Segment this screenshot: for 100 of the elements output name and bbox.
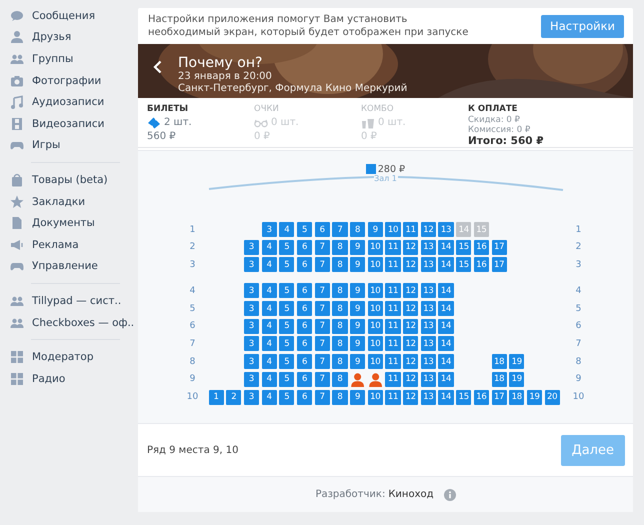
seat[interactable]: 3	[244, 354, 260, 370]
seat[interactable]: 11	[385, 372, 401, 387]
seat[interactable]: 9	[350, 390, 366, 404]
seat[interactable]: 13	[420, 336, 436, 352]
seat[interactable]: 12	[403, 240, 418, 255]
seat[interactable]: 8	[332, 318, 348, 334]
seat[interactable]: 18	[492, 354, 507, 370]
seat[interactable]: 10	[368, 257, 383, 272]
seat[interactable]: 6	[296, 372, 312, 387]
seat[interactable]: 14	[438, 283, 454, 298]
seat[interactable]: 14	[438, 318, 454, 334]
seat[interactable]: 18	[492, 372, 507, 387]
seat[interactable]: 7	[314, 318, 330, 334]
sidebar-item[interactable]: Управление	[0, 256, 138, 278]
seat[interactable]: 11	[385, 390, 401, 404]
seat[interactable]: 13	[420, 318, 436, 334]
seat[interactable]: 4	[279, 222, 294, 237]
seat[interactable]: 8	[350, 222, 366, 237]
sidebar-item[interactable]: Радио	[0, 368, 138, 390]
seat[interactable]: 13	[420, 301, 436, 316]
seat[interactable]: 9	[350, 240, 366, 255]
seat[interactable]: 19	[509, 354, 524, 370]
seat[interactable]: 15	[456, 257, 472, 272]
seat[interactable]: 7	[314, 257, 330, 272]
seat[interactable]: 4	[262, 336, 277, 352]
seat[interactable]: 7	[314, 390, 330, 404]
sidebar-item[interactable]: Товары (beta)	[0, 169, 138, 191]
seat[interactable]: 2	[226, 390, 242, 404]
seat[interactable]: 6	[314, 222, 330, 237]
seat[interactable]: 9	[368, 222, 383, 237]
seat[interactable]: 9	[350, 257, 366, 272]
seat[interactable]: 3	[244, 390, 260, 404]
seat[interactable]: 8	[332, 283, 348, 298]
seat[interactable]: 8	[332, 372, 348, 387]
seat[interactable]: 15	[456, 240, 472, 255]
sidebar-item[interactable]: Tillypad — сист..	[0, 290, 138, 312]
seat[interactable]: 11	[403, 222, 418, 237]
seat[interactable]: 6	[296, 240, 312, 255]
seat[interactable]: 6	[296, 354, 312, 370]
seat[interactable]: 8	[332, 354, 348, 370]
seat[interactable]: 4	[262, 257, 277, 272]
developer-link[interactable]: Киноход	[388, 489, 434, 500]
seat[interactable]: 11	[385, 354, 401, 370]
seat[interactable]: 5	[279, 240, 294, 255]
seat[interactable]: 6	[296, 257, 312, 272]
seat[interactable]: 4	[262, 283, 277, 298]
seat[interactable]: 13	[420, 390, 436, 404]
seat[interactable]: 12	[403, 301, 418, 316]
seat[interactable]: 13	[420, 354, 436, 370]
seat[interactable]: 8	[332, 390, 348, 404]
seat[interactable]: 12	[403, 283, 418, 298]
seat[interactable]: 10	[368, 283, 383, 298]
seat[interactable]: 4	[262, 318, 277, 334]
seat[interactable]: 14	[438, 257, 454, 272]
person-icon[interactable]	[368, 372, 383, 387]
seat[interactable]: 17	[492, 257, 507, 272]
seat[interactable]: 12	[403, 390, 418, 404]
sidebar-item[interactable]: Модератор	[0, 346, 138, 368]
seat[interactable]: 10	[368, 354, 383, 370]
seat[interactable]: 13	[420, 240, 436, 255]
seat[interactable]: 3	[244, 283, 260, 298]
back-icon[interactable]	[153, 60, 162, 74]
seat[interactable]: 6	[296, 318, 312, 334]
seat[interactable]: 6	[296, 301, 312, 316]
seat[interactable]: 5	[279, 257, 294, 272]
sidebar-item[interactable]: Реклама	[0, 234, 138, 256]
seat[interactable]: 12	[403, 318, 418, 334]
seat[interactable]: 6	[296, 390, 312, 404]
seat[interactable]: 14	[438, 390, 454, 404]
sidebar-item[interactable]: Документы	[0, 212, 138, 234]
seat[interactable]: 4	[262, 372, 277, 387]
seat[interactable]: 14	[438, 336, 454, 352]
seat[interactable]: 11	[385, 301, 401, 316]
seat[interactable]: 12	[403, 372, 418, 387]
sidebar-item[interactable]: Checkboxes — оф..	[0, 312, 138, 334]
seat[interactable]: 3	[244, 318, 260, 334]
seat[interactable]: 11	[385, 240, 401, 255]
seat[interactable]: 6	[296, 336, 312, 352]
seat[interactable]: 7	[314, 372, 330, 387]
seat[interactable]: 10	[368, 336, 383, 352]
seat[interactable]: 8	[332, 301, 348, 316]
seat[interactable]: 10	[368, 301, 383, 316]
seat[interactable]: 17	[492, 240, 507, 255]
sidebar-item[interactable]: Видеозаписи	[0, 112, 138, 135]
seat[interactable]: 5	[279, 283, 294, 298]
seat[interactable]: 5	[296, 222, 312, 237]
seat[interactable]: 7	[314, 301, 330, 316]
seat[interactable]: 5	[279, 301, 294, 316]
seat[interactable]: 5	[279, 390, 294, 404]
person-icon[interactable]	[350, 372, 366, 387]
seat[interactable]: 6	[296, 283, 312, 298]
seat[interactable]: 7	[314, 354, 330, 370]
seat[interactable]: 9	[350, 354, 366, 370]
sidebar-item[interactable]: Сообщения	[0, 5, 138, 27]
seat[interactable]: 8	[332, 257, 348, 272]
seat[interactable]: 12	[420, 222, 436, 237]
seat[interactable]: 7	[314, 336, 330, 352]
seat[interactable]: 14	[438, 301, 454, 316]
seat[interactable]: 4	[262, 240, 277, 255]
seat[interactable]: 9	[350, 283, 366, 298]
